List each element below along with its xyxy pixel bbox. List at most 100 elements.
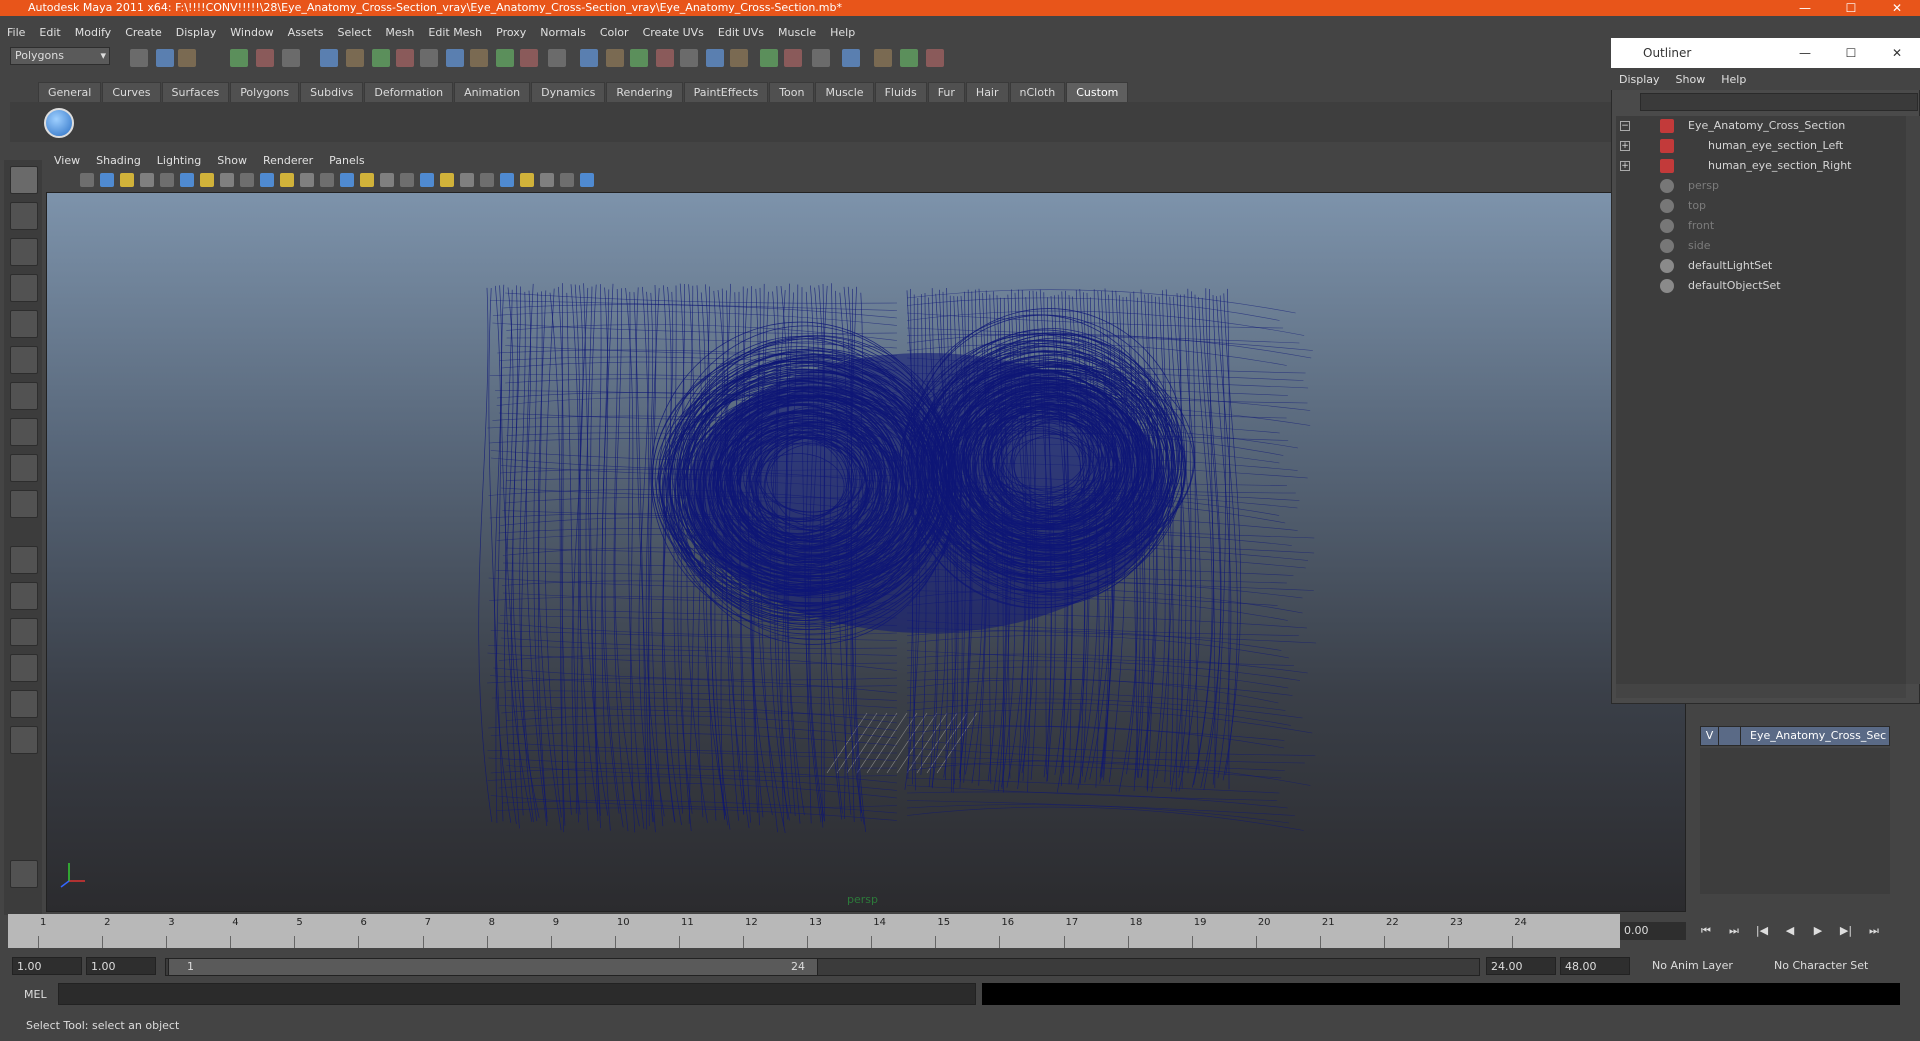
viewport-tool-icon[interactable] [340,173,354,187]
status-line-tool-icon[interactable] [630,49,648,67]
shelf-tab-dynamics[interactable]: Dynamics [531,82,606,102]
settings-icon[interactable] [10,860,38,888]
status-line-tool-icon[interactable] [900,49,918,67]
status-line-tool-icon[interactable] [926,49,944,67]
vp-menu-shading[interactable]: Shading [88,154,149,167]
play-backward-button[interactable]: ◀ [1776,920,1804,942]
outliner-filter-input[interactable] [1640,93,1918,111]
status-line-tool-icon[interactable] [760,49,778,67]
viewport-tool-icon[interactable] [360,173,374,187]
expand-icon[interactable]: + [1620,161,1630,171]
menu-assets[interactable]: Assets [281,26,331,39]
four-pane-layout-icon[interactable] [10,582,38,610]
shelf-tab-rendering[interactable]: Rendering [606,82,683,102]
mel-input[interactable] [58,983,976,1005]
outliner-item-top[interactable]: top [1616,196,1906,216]
status-line-tool-icon[interactable] [282,49,300,67]
graph-layout-icon[interactable] [10,654,38,682]
status-line-tool-icon[interactable] [606,49,624,67]
status-line-tool-icon[interactable] [730,49,748,67]
menu-display[interactable]: Display [169,26,224,39]
viewport-tool-icon[interactable] [460,173,474,187]
range-slider-handle[interactable]: 1 24 [168,958,818,976]
show-manipulator-icon[interactable] [10,454,38,482]
mode-select[interactable]: Polygons ▾ [10,47,110,65]
menu-proxy[interactable]: Proxy [489,26,533,39]
menu-normals[interactable]: Normals [533,26,593,39]
viewport-tool-icon[interactable] [520,173,534,187]
manipulator-tool-icon[interactable] [10,382,38,410]
viewport-tool-icon[interactable] [540,173,554,187]
menu-edit-mesh[interactable]: Edit Mesh [421,26,489,39]
viewport-tool-icon[interactable] [80,173,94,187]
outliner-close-button[interactable]: ✕ [1874,38,1920,68]
shelf-tab-polygons[interactable]: Polygons [230,82,300,102]
status-line-tool-icon[interactable] [706,49,724,67]
character-set-select[interactable]: No Character Set [1770,957,1882,975]
viewport-tool-icon[interactable] [400,173,414,187]
status-line-tool-icon[interactable] [372,49,390,67]
status-line-tool-icon[interactable] [520,49,538,67]
close-button[interactable]: ✕ [1874,0,1920,16]
status-line-tool-icon[interactable] [470,49,488,67]
start-time-field[interactable]: 1.00 [12,957,82,975]
viewport-tool-icon[interactable] [180,173,194,187]
rotate-tool-icon[interactable] [10,310,38,338]
play-forward-button[interactable]: ▶ [1804,920,1832,942]
outliner-horizontal-scrollbar[interactable] [1616,684,1906,698]
viewport-tool-icon[interactable] [440,173,454,187]
viewport-tool-icon[interactable] [280,173,294,187]
scale-tool-icon[interactable] [10,346,38,374]
status-line-tool-icon[interactable] [130,49,148,67]
menu-mesh[interactable]: Mesh [378,26,421,39]
viewport-tool-icon[interactable] [220,173,234,187]
outliner-vertical-scrollbar[interactable] [1906,116,1920,684]
expand-icon[interactable]: + [1620,141,1630,151]
status-line-tool-icon[interactable] [230,49,248,67]
lasso-tool-icon[interactable] [10,202,38,230]
viewport-tool-icon[interactable] [380,173,394,187]
menu-help[interactable]: Help [823,26,862,39]
last-tool-icon[interactable] [10,490,38,518]
viewport-tool-icon[interactable] [500,173,514,187]
shelf-tab-deformation[interactable]: Deformation [364,82,454,102]
current-frame-field[interactable]: 0.00 [1620,922,1686,940]
outliner-menu-display[interactable]: Display [1611,73,1668,86]
viewport-tool-icon[interactable] [120,173,134,187]
vp-menu-lighting[interactable]: Lighting [149,154,209,167]
viewport-tool-icon[interactable] [480,173,494,187]
3d-viewport[interactable]: persp [46,192,1686,912]
menu-edit[interactable]: Edit [32,26,67,39]
status-line-tool-icon[interactable] [420,49,438,67]
anim-layer-select[interactable]: No Anim Layer [1648,957,1758,975]
go-to-start-button[interactable]: ⏮ [1692,920,1720,942]
shelf-tab-general[interactable]: General [38,82,102,102]
viewport-tool-icon[interactable] [200,173,214,187]
outliner-item-human-eye-section-right[interactable]: + human_eye_section_Right [1616,156,1906,176]
menu-muscle[interactable]: Muscle [771,26,823,39]
status-line-tool-icon[interactable] [178,49,196,67]
status-line-tool-icon[interactable] [446,49,464,67]
viewport-tool-icon[interactable] [420,173,434,187]
vp-menu-show[interactable]: Show [209,154,255,167]
playback-start-field[interactable]: 1.00 [86,957,156,975]
outliner-item-persp[interactable]: persp [1616,176,1906,196]
status-line-tool-icon[interactable] [580,49,598,67]
status-line-tool-icon[interactable] [256,49,274,67]
custom-layout-icon[interactable] [10,726,38,754]
status-line-tool-icon[interactable] [680,49,698,67]
hypershade-layout-icon[interactable] [10,690,38,718]
menu-file[interactable]: File [0,26,32,39]
shelf-tab-toon[interactable]: Toon [769,82,815,102]
status-line-tool-icon[interactable] [396,49,414,67]
outliner-minimize-button[interactable]: — [1782,38,1828,68]
checkmark-icon[interactable] [44,108,74,138]
menu-window[interactable]: Window [223,26,280,39]
layer-row[interactable]: V Eye_Anatomy_Cross_Sec [1700,726,1890,746]
status-line-tool-icon[interactable] [156,49,174,67]
outliner-item-default-light-set[interactable]: defaultLightSet [1616,256,1906,276]
menu-select[interactable]: Select [330,26,378,39]
outliner-menu-help[interactable]: Help [1713,73,1754,86]
mel-label[interactable]: MEL [14,986,58,1004]
outliner-item-human-eye-section-left[interactable]: + human_eye_section_Left [1616,136,1906,156]
